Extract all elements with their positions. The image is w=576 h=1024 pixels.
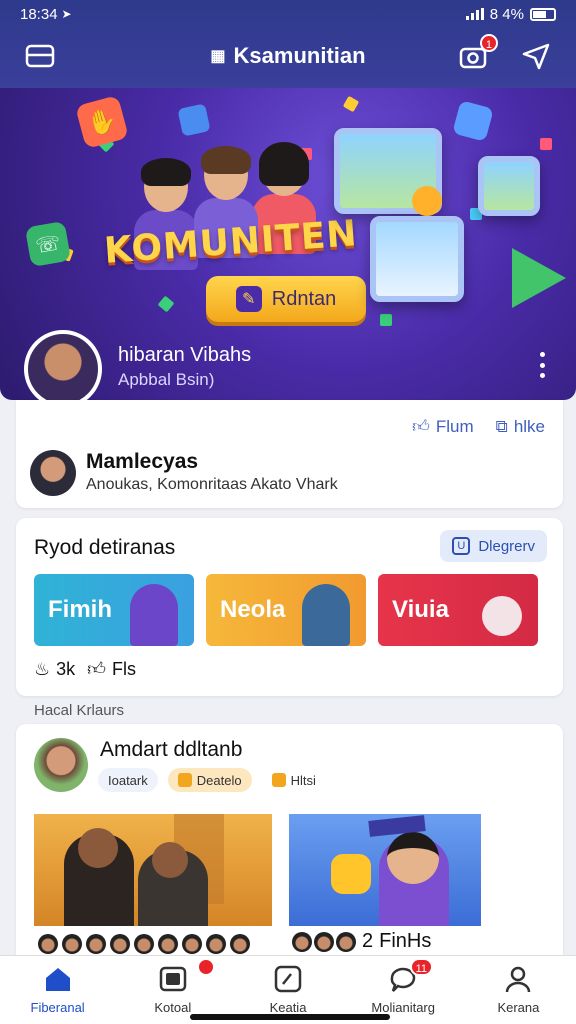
pencil-icon: ✎	[235, 286, 262, 312]
featured-tile[interactable]: Fimih	[34, 574, 194, 646]
heart-hands-icon: ✋	[75, 95, 129, 149]
profile-subtitle: Apbbal Bsin)	[118, 370, 215, 389]
messages-badge: 11	[409, 958, 434, 976]
gallery-badge	[197, 958, 216, 976]
nav-label: Fiberanal	[30, 1000, 85, 1015]
thumb-icon: 👍︎	[87, 659, 106, 679]
feed-item-card: Amdart ddltanb Ioatark Deatelo Hltsi 2 F…	[16, 724, 563, 956]
top-bar: 18:34 ➤ 8 4% ▦ Ksamunitian 1	[0, 0, 576, 88]
nav-home[interactable]: Fiberanal	[0, 956, 115, 1024]
confetti	[342, 95, 360, 113]
tile-label: Neola	[220, 596, 286, 623]
chip-label: Hltsi	[290, 772, 316, 788]
post-card: 👍︎ Flum ⧉ hlke Mamlecyas Anoukas, Komonrit…	[16, 400, 563, 508]
grid-icon: ▦	[210, 48, 226, 65]
chip-label: Deatelo	[196, 772, 242, 788]
feed-author-name[interactable]: Amdart ddltanb	[100, 738, 242, 762]
participant-count: 2	[362, 930, 374, 952]
menu-icon[interactable]	[24, 40, 56, 72]
author-avatar[interactable]	[30, 450, 76, 496]
edit-icon	[274, 965, 302, 993]
gallery-icon	[159, 966, 187, 992]
thumb-icon: 👍︎	[412, 417, 430, 436]
profile-row: hibaran Vibahs Apbbal Bsin)	[0, 330, 576, 400]
participant-label: FinHs	[379, 930, 432, 952]
more-options-icon[interactable]	[540, 352, 546, 378]
feed-author-avatar[interactable]	[34, 738, 88, 792]
tag-chip[interactable]: Hltsi	[261, 768, 326, 792]
featured-stats: ♨ 3k 👍︎ Fls	[34, 658, 136, 680]
check-icon	[271, 773, 286, 787]
hero-banner[interactable]: ✋ ☏ KOMUNITEN ✎ Rdntan hibaran Vibahs Ap…	[0, 88, 576, 400]
chip-label: Ioatark	[108, 772, 148, 788]
profile-name: hibaran Vibahs	[118, 344, 252, 366]
flame-icon: ♨	[34, 658, 51, 679]
status-bar: 18:34 ➤ 8 4%	[20, 4, 556, 24]
nav-label: Keatia	[269, 1000, 307, 1015]
author-name[interactable]: Mamlecyas	[86, 450, 198, 474]
tag-icon	[452, 100, 494, 142]
participant-avatars	[38, 934, 250, 954]
tag-chip[interactable]: Ioatark	[98, 768, 158, 792]
tile-label: Fimih	[48, 596, 112, 623]
cta-label: Rdntan	[271, 287, 337, 310]
shield-icon: U	[452, 537, 471, 555]
profile-icon	[506, 966, 531, 993]
notification-badge: 1	[479, 34, 498, 52]
stats-label: Fls	[111, 658, 136, 679]
confetti	[380, 314, 392, 326]
share-label: hlke	[513, 416, 545, 436]
featured-tile[interactable]: Neola	[206, 574, 366, 646]
confetti	[540, 138, 552, 150]
nav-label: Molianitarg	[371, 1000, 435, 1015]
battery-text: 8 4%	[489, 5, 524, 23]
star-icon	[177, 773, 192, 787]
featured-tile[interactable]: Viuia	[378, 574, 538, 646]
copy-icon: ⧉	[495, 416, 508, 436]
photo-frame	[370, 216, 464, 302]
photo-frame	[478, 156, 540, 216]
pill-label: Dlegrerv	[478, 537, 535, 555]
signal-icon	[465, 8, 484, 20]
location-icon: ➤	[61, 7, 72, 21]
notification-button[interactable]: 1	[458, 34, 498, 72]
nav-profile[interactable]: Kerana	[461, 956, 576, 1024]
tile-label: Viuia	[392, 596, 449, 623]
section-label: Hacal Krlaurs	[34, 702, 125, 719]
banner-cta-button[interactable]: ✎ Rdntan	[206, 276, 366, 322]
share-action[interactable]: ⧉ hlke	[496, 416, 545, 437]
page-title: Ksamunitian	[233, 43, 366, 68]
app-header: ▦ Ksamunitian 1	[0, 30, 576, 82]
like-action[interactable]: 👍︎ Flum	[412, 416, 474, 437]
post-subtitle: Anoukas, Komonritaas Akato Vhark	[86, 476, 338, 493]
featured-title: Ryod detiranas	[34, 536, 176, 559]
nav-label: Kotoal	[154, 1000, 192, 1015]
status-time: 18:34	[20, 5, 58, 23]
feed-participants: 2 FinHs	[292, 930, 431, 953]
stats-count: 3k	[56, 658, 76, 679]
view-all-button[interactable]: U Dlegrerv	[440, 530, 547, 562]
emoji-icon	[412, 186, 442, 216]
play-icon	[512, 248, 566, 308]
phone-app-icon: ☏	[24, 220, 72, 268]
nav-label: Kerana	[497, 1000, 540, 1015]
profile-avatar[interactable]	[24, 330, 102, 400]
tag-chip[interactable]: Deatelo	[167, 768, 252, 792]
chat-app-icon	[177, 103, 211, 137]
featured-card: Ryod detiranas U Dlegrerv Fimih Neola Vi…	[16, 518, 563, 696]
feed-photo[interactable]	[289, 814, 481, 926]
feed-photo[interactable]	[34, 814, 272, 926]
like-label: Flum	[435, 416, 474, 436]
send-icon[interactable]	[520, 40, 552, 72]
home-icon	[45, 968, 70, 991]
home-indicator	[190, 1014, 390, 1020]
confetti	[157, 295, 175, 313]
battery-icon	[530, 7, 556, 21]
